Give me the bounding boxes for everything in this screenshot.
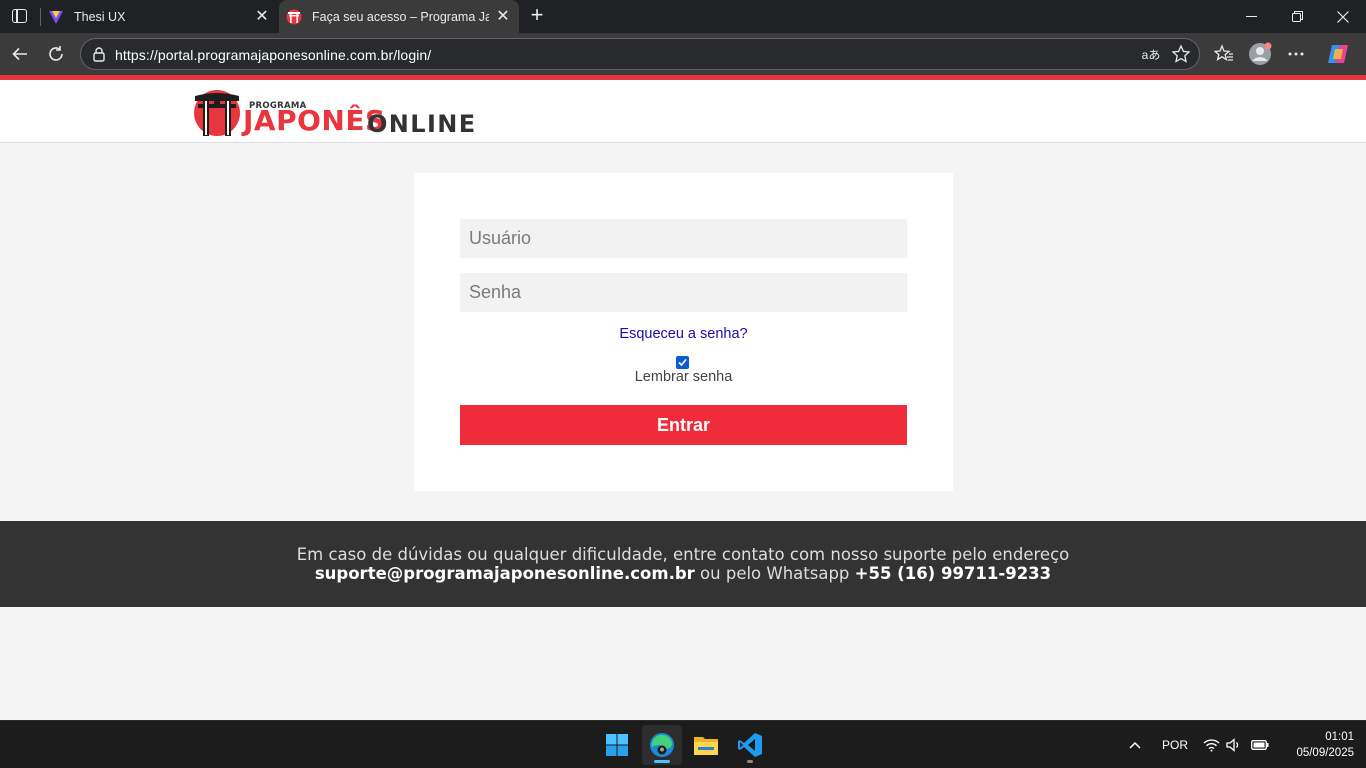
site-logo[interactable]: PROGRAMA JAPONÊS ONLINE xyxy=(193,89,475,139)
favorites-icon[interactable] xyxy=(1212,42,1236,66)
window-close-icon[interactable] xyxy=(1320,0,1366,33)
footer-help-text: Em caso de dúvidas ou qualquer dificulda… xyxy=(296,545,1070,564)
tab-title: Thesi UX xyxy=(74,9,126,24)
browser-tab-bar: Thesi UX ✕ Faça seu acesso – Programa Ja… xyxy=(0,0,1366,33)
login-submit-button[interactable]: Entrar xyxy=(460,405,907,445)
torii-logo-icon xyxy=(194,90,240,136)
footer-middle-text: ou pelo Whatsapp xyxy=(694,564,855,583)
tab-title: Faça seu acesso – Programa Japonês Onlin… xyxy=(312,9,489,24)
more-icon[interactable] xyxy=(1284,42,1308,66)
clock-date: 05/09/2025 xyxy=(1296,747,1354,759)
refresh-icon[interactable] xyxy=(44,42,68,66)
footer-contact-line: suporte@programajaponesonline.com.br ou … xyxy=(0,564,1366,583)
remember-password-checkbox[interactable] xyxy=(676,356,689,369)
star-icon[interactable] xyxy=(1171,44,1191,64)
running-app-indicator xyxy=(747,760,753,763)
remember-password-label: Lembrar senha xyxy=(634,369,733,385)
address-bar[interactable]: https://portal.programajaponesonline.com… xyxy=(80,38,1200,70)
read-aloud-icon[interactable]: aあ xyxy=(1141,45,1161,65)
tab-login[interactable]: Faça seu acesso – Programa Japonês Onlin… xyxy=(279,0,519,33)
logo-japones-text: JAPONÊS xyxy=(243,104,386,137)
windows-start-icon[interactable] xyxy=(597,725,637,765)
wifi-icon[interactable] xyxy=(1203,721,1220,768)
restore-icon[interactable] xyxy=(1274,0,1320,33)
logo-online-text: ONLINE xyxy=(367,110,477,138)
close-icon[interactable]: ✕ xyxy=(495,8,511,25)
volume-icon[interactable] xyxy=(1226,721,1242,768)
url-text: https://portal.programajaponesonline.com… xyxy=(115,47,432,63)
forgot-password-link[interactable]: Esqueceu a senha? xyxy=(414,326,953,342)
lock-icon[interactable] xyxy=(91,46,107,62)
whatsapp-number[interactable]: +55 (16) 99711-9233 xyxy=(855,564,1052,583)
close-icon[interactable]: ✕ xyxy=(254,8,270,25)
active-app-indicator xyxy=(654,760,670,763)
site-header: PROGRAMA JAPONÊS ONLINE xyxy=(0,80,1366,143)
minimize-icon[interactable] xyxy=(1228,0,1274,33)
tab-thesi-ux[interactable]: Thesi UX ✕ xyxy=(41,0,278,33)
language-indicator[interactable]: POR xyxy=(1162,721,1188,768)
battery-icon[interactable] xyxy=(1251,721,1269,768)
copilot-icon[interactable] xyxy=(1326,42,1350,66)
edge-taskbar-icon[interactable] xyxy=(642,725,682,765)
back-icon[interactable] xyxy=(8,42,32,66)
site-footer: Em caso de dúvidas ou qualquer dificulda… xyxy=(0,521,1366,607)
profile-icon[interactable] xyxy=(1248,42,1272,66)
plus-icon[interactable]: + xyxy=(527,4,547,27)
windows-taskbar: POR 01:01 05/09/2025 xyxy=(0,720,1366,768)
file-explorer-icon[interactable] xyxy=(686,725,726,765)
browser-toolbar: https://portal.programajaponesonline.com… xyxy=(0,33,1366,75)
username-input[interactable] xyxy=(460,219,907,258)
password-input[interactable] xyxy=(460,273,907,312)
clock-time: 01:01 xyxy=(1325,731,1354,743)
torii-favicon-icon xyxy=(286,9,302,25)
tab-manager-icon[interactable] xyxy=(12,9,27,23)
login-card: Esqueceu a senha? Lembrar senha Entrar xyxy=(414,173,953,491)
check-icon xyxy=(678,358,687,367)
support-email[interactable]: suporte@programajaponesonline.com.br xyxy=(315,564,695,583)
thesi-favicon-icon xyxy=(48,9,64,25)
chevron-up-icon[interactable] xyxy=(1128,721,1142,768)
vscode-icon[interactable] xyxy=(730,725,770,765)
system-clock[interactable]: 01:01 05/09/2025 xyxy=(1278,729,1354,761)
